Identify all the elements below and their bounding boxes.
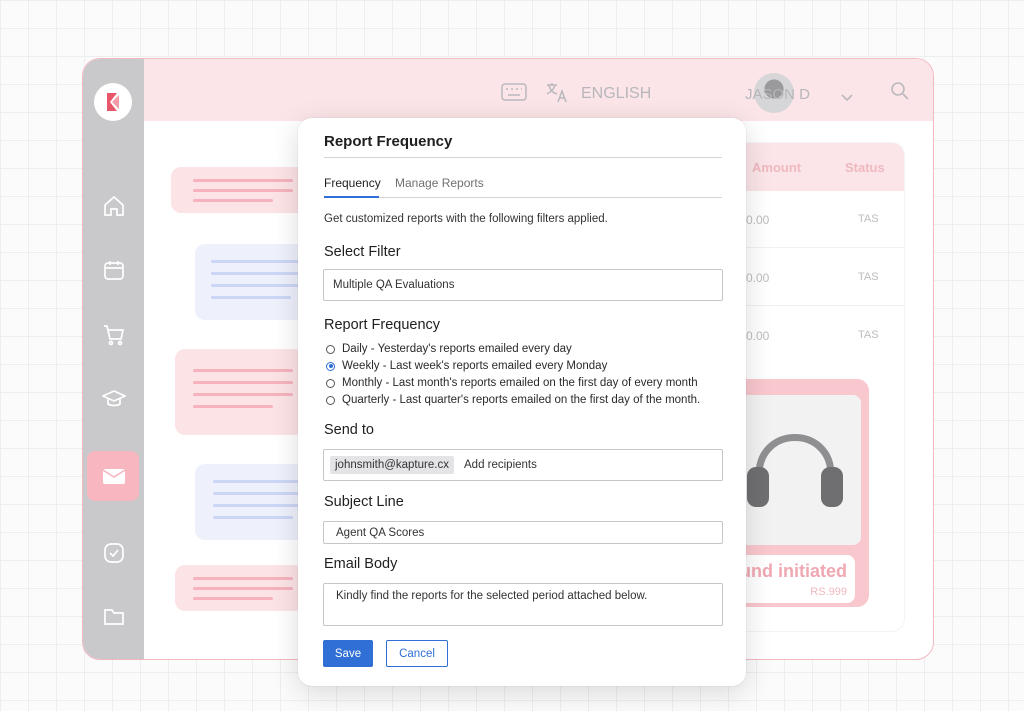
table-cell-status: TAS (858, 213, 879, 225)
top-header: ENGLISH JASON D (144, 59, 933, 121)
chat-bubble (195, 244, 315, 320)
calendar-icon[interactable] (100, 256, 128, 284)
modal-title: Report Frequency (324, 133, 453, 150)
subject-line-value: Agent QA Scores (336, 527, 425, 539)
recipients-placeholder: Add recipients (464, 459, 537, 471)
table-cell-status: TAS (858, 329, 879, 341)
chat-bubble (171, 167, 311, 213)
product-status-label: und initiated RS.999 (731, 555, 855, 603)
modal-description: Get customized reports with the followin… (324, 213, 608, 225)
graduation-cap-icon[interactable] (100, 385, 128, 413)
column-header-status: Status (845, 160, 885, 175)
user-name[interactable]: JASON D (745, 86, 810, 103)
frequency-option-weekly[interactable]: Weekly - Last week's reports emailed eve… (326, 359, 607, 373)
cart-icon[interactable] (100, 321, 128, 349)
frequency-option-label: Quarterly - Last quarter's reports email… (342, 394, 701, 406)
translate-icon[interactable] (545, 81, 569, 108)
active-tab-indicator (324, 196, 379, 198)
email-body-label: Email Body (324, 556, 398, 572)
chevron-down-icon[interactable] (841, 89, 853, 107)
column-header-amount: Amount (752, 160, 802, 175)
tab-frequency[interactable]: Frequency (324, 176, 381, 190)
frequency-option-label: Monthly - Last month's reports emailed o… (342, 377, 698, 389)
subject-line-label: Subject Line (324, 494, 404, 510)
cancel-button[interactable]: Cancel (386, 640, 448, 667)
tab-manage-reports[interactable]: Manage Reports (395, 176, 484, 190)
chat-bubble (195, 464, 315, 540)
app-logo (94, 83, 132, 121)
title-divider (324, 157, 722, 158)
check-badge-icon[interactable] (100, 539, 128, 567)
tab-divider (324, 197, 722, 198)
report-frequency-modal: Report Frequency Frequency Manage Report… (298, 118, 746, 686)
save-button[interactable]: Save (323, 640, 373, 667)
home-icon[interactable] (100, 192, 128, 220)
product-status: und initiated (740, 561, 847, 581)
frequency-option-label: Weekly - Last week's reports emailed eve… (342, 360, 608, 372)
email-body-textarea[interactable]: Kindly find the reports for the selected… (323, 583, 723, 626)
folder-icon[interactable] (100, 603, 128, 631)
chat-bubble (175, 565, 305, 611)
keyboard-icon[interactable] (501, 83, 527, 106)
chat-bubble (175, 349, 305, 435)
subject-line-input[interactable]: Agent QA Scores (323, 521, 723, 544)
send-to-label: Send to (324, 422, 374, 438)
table-cell-amount: 0.00 (746, 329, 770, 343)
radio-button[interactable] (326, 378, 335, 388)
language-label[interactable]: ENGLISH (581, 85, 651, 103)
report-frequency-label: Report Frequency (324, 317, 441, 333)
sidebar (83, 59, 144, 659)
select-filter-dropdown[interactable]: Multiple QA Evaluations (323, 269, 723, 301)
frequency-option-monthly[interactable]: Monthly - Last month's reports emailed o… (326, 376, 698, 390)
table-cell-status: TAS (858, 271, 879, 283)
select-filter-label: Select Filter (324, 244, 401, 260)
mail-icon[interactable] (100, 462, 128, 490)
recipient-chip[interactable]: johnsmith@kapture.cx (330, 456, 454, 474)
radio-button[interactable] (326, 344, 335, 354)
headphones-image (731, 395, 861, 545)
frequency-option-quarterly[interactable]: Quarterly - Last quarter's reports email… (326, 393, 700, 407)
email-body-value: Kindly find the reports for the selected… (336, 590, 648, 602)
frequency-option-daily[interactable]: Daily - Yesterday's reports emailed ever… (326, 342, 572, 356)
frequency-option-label: Daily - Yesterday's reports emailed ever… (342, 343, 572, 355)
select-filter-value: Multiple QA Evaluations (333, 279, 455, 291)
radio-button[interactable] (326, 395, 335, 405)
recipients-input[interactable]: johnsmith@kapture.cx Add recipients (323, 449, 723, 481)
table-cell-amount: 0.00 (746, 271, 770, 285)
table-cell-amount: 0.00 (746, 213, 770, 227)
radio-button-selected[interactable] (326, 361, 335, 371)
product-price: RS.999 (810, 586, 847, 598)
search-icon[interactable] (890, 81, 910, 106)
